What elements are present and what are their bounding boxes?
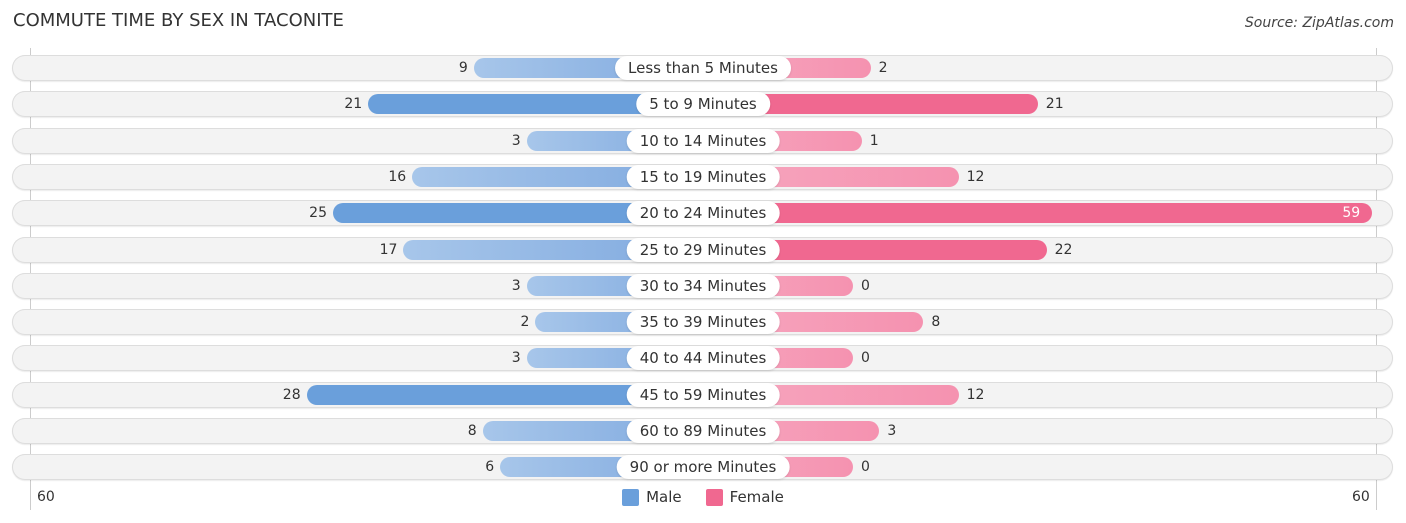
category-label: Less than 5 Minutes xyxy=(615,56,791,80)
legend: Male Female xyxy=(0,488,1406,506)
legend-swatch-female xyxy=(705,488,723,506)
value-label-male: 17 xyxy=(379,242,398,258)
source-label: Source: ZipAtlas.com xyxy=(1244,15,1394,31)
chart-title: COMMUTE TIME BY SEX IN TACONITE xyxy=(13,10,344,31)
value-label-male: 8 xyxy=(467,423,477,439)
category-label: 10 to 14 Minutes xyxy=(626,129,780,153)
legend-label-male: Male xyxy=(646,488,682,506)
value-label-female: 8 xyxy=(931,314,941,330)
value-label-male: 3 xyxy=(511,350,521,366)
category-label: 25 to 29 Minutes xyxy=(626,238,780,262)
bar-female[interactable] xyxy=(703,203,1373,223)
legend-item-male[interactable]: Male xyxy=(622,488,682,506)
value-label-female: 22 xyxy=(1054,242,1073,258)
category-label: 30 to 34 Minutes xyxy=(626,274,780,298)
value-label-male: 16 xyxy=(388,169,407,185)
category-label: 45 to 59 Minutes xyxy=(626,383,780,407)
category-label: 5 to 9 Minutes xyxy=(636,92,770,116)
value-label-female: 12 xyxy=(966,387,985,403)
category-label: 15 to 19 Minutes xyxy=(626,165,780,189)
value-label-female: 59 xyxy=(1342,205,1361,221)
value-label-male: 28 xyxy=(282,387,301,403)
value-label-male: 6 xyxy=(485,459,495,475)
value-label-male: 2 xyxy=(520,314,530,330)
value-label-male: 21 xyxy=(344,96,363,112)
value-label-female: 3 xyxy=(887,423,897,439)
value-label-male: 25 xyxy=(309,205,327,221)
value-label-female: 2 xyxy=(878,60,888,76)
legend-swatch-male xyxy=(622,488,640,506)
value-label-female: 1 xyxy=(869,133,879,149)
value-label-female: 12 xyxy=(966,169,985,185)
value-label-male: 3 xyxy=(511,133,521,149)
category-label: 35 to 39 Minutes xyxy=(626,310,780,334)
category-label: 20 to 24 Minutes xyxy=(626,201,780,225)
value-label-male: 9 xyxy=(458,60,468,76)
value-label-female: 0 xyxy=(861,350,870,366)
category-label: 40 to 44 Minutes xyxy=(626,346,780,370)
value-label-female: 21 xyxy=(1045,96,1064,112)
legend-item-female[interactable]: Female xyxy=(705,488,784,506)
value-label-female: 0 xyxy=(861,278,870,294)
value-label-female: 0 xyxy=(861,459,870,475)
legend-label-female: Female xyxy=(729,488,784,506)
category-label: 90 or more Minutes xyxy=(616,455,790,479)
category-label: 60 to 89 Minutes xyxy=(626,419,780,443)
value-label-male: 3 xyxy=(511,278,521,294)
